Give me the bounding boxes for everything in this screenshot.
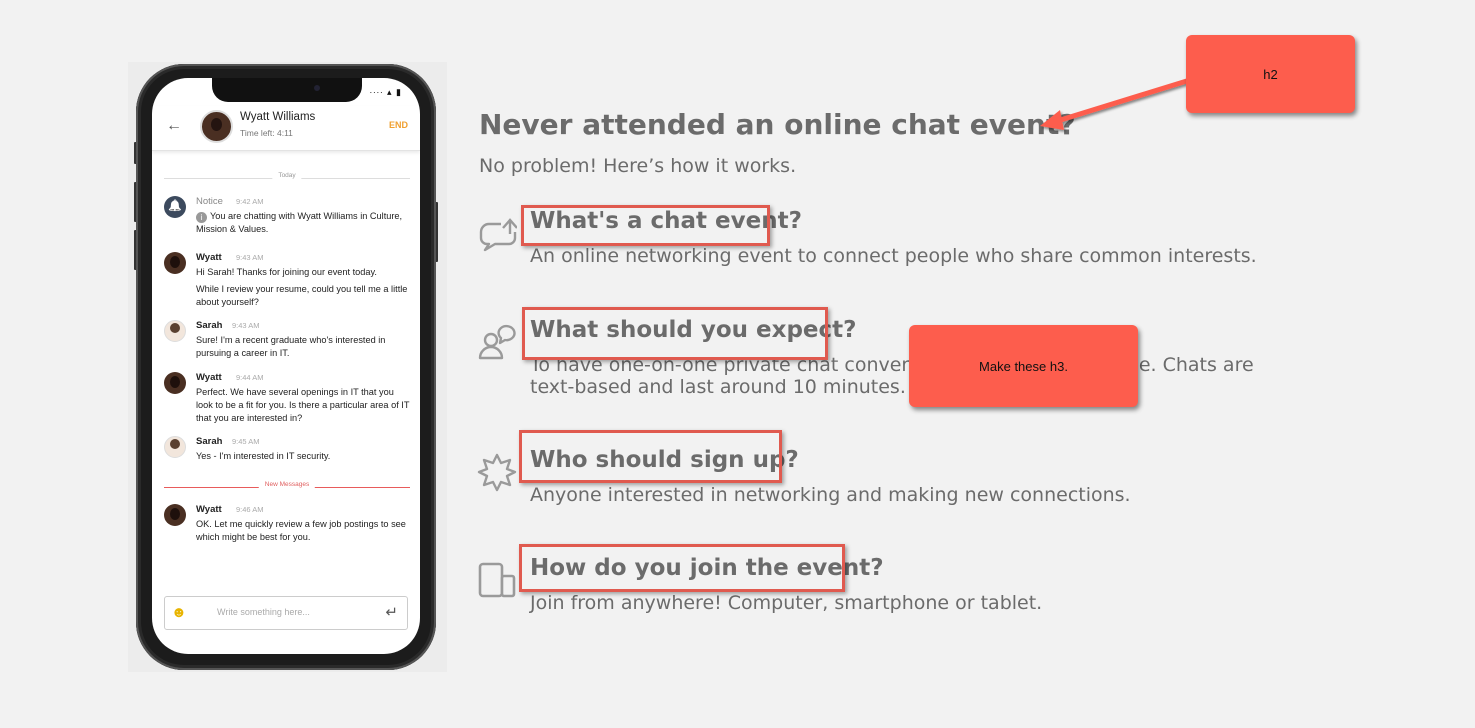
bell-icon [164, 196, 186, 218]
callout-text: Make these h3. [979, 358, 1068, 374]
message-sender: Sarah [196, 436, 223, 447]
message-sender: Sarah [196, 320, 223, 331]
chat-message: Wyatt 9:44 AM Perfect. We have several o… [164, 372, 410, 428]
message-time: 9:44 AM [236, 373, 264, 382]
message-sender: Wyatt [196, 372, 222, 383]
message-time: 9:43 AM [232, 321, 260, 330]
chat-message: Sarah 9:45 AM Yes - I'm interested in IT… [164, 436, 410, 466]
chat-partner-name: Wyatt Williams [240, 111, 316, 123]
time-left: Time left: 4:11 [240, 128, 293, 138]
avatar [164, 436, 186, 458]
message-time: 9:43 AM [236, 253, 264, 262]
person-speech-icon [478, 324, 516, 360]
h2-callout: h2 [1186, 35, 1355, 113]
item-description: Join from anywhere! Computer, smartphone… [530, 592, 1043, 614]
camera-icon [314, 85, 320, 91]
message-text: Hi Sarah! Thanks for joining our event t… [196, 267, 408, 307]
message-input[interactable] [217, 607, 367, 617]
new-messages-separator: New Messages [164, 481, 410, 493]
message-text: i You are chatting with Wyatt Williams in… [196, 211, 403, 234]
page-title: Never attended an online chat event? [479, 108, 1076, 141]
chat-bubble-arrow-icon [479, 218, 517, 252]
item-description: To have one-on-one private chat conversa… [530, 354, 1254, 398]
message-sender: Notice [196, 196, 223, 207]
chat-message: Wyatt 9:46 AM OK. Let me quickly review … [164, 504, 410, 544]
avatar [164, 252, 186, 274]
puzzle-star-icon [477, 453, 517, 492]
message-text: Sure! I'm a recent graduate who's intere… [196, 335, 386, 358]
new-messages-label: New Messages [258, 481, 316, 488]
avatar [200, 110, 233, 143]
highlight-box [519, 544, 845, 592]
chat-header: ← Wyatt Williams Time left: 4:11 END [152, 106, 420, 151]
back-arrow-icon[interactable]: ← [166, 117, 182, 135]
phone-notch [212, 78, 362, 102]
phone-screen: ∙∙∙∙ ▴ ▮ ← Wyatt Williams Time left: 4:1… [152, 78, 420, 654]
day-separator: Today [164, 172, 410, 184]
message-text: OK. Let me quickly review a few job post… [196, 519, 406, 542]
chat-message: Wyatt 9:43 AM Hi Sarah! Thanks for joini… [164, 252, 410, 312]
end-chat-button[interactable]: END [389, 120, 408, 130]
day-label: Today [272, 172, 302, 179]
message-sender: Wyatt [196, 504, 222, 515]
message-text: Perfect. We have several openings in IT … [196, 387, 410, 423]
emoji-icon[interactable]: ☻ [171, 604, 187, 621]
phone-frame: ∙∙∙∙ ▴ ▮ ← Wyatt Williams Time left: 4:1… [136, 64, 436, 670]
highlight-box [519, 430, 782, 483]
page-subtitle: No problem! Here’s how it works. [479, 155, 797, 177]
item-description: Anyone interested in networking and maki… [530, 484, 1131, 506]
annotation-arrow [1040, 77, 1193, 130]
devices-icon [478, 562, 516, 598]
message-composer: ☻ ↵ [164, 596, 408, 630]
callout-text: h2 [1263, 66, 1278, 82]
message-time: 9:46 AM [236, 505, 264, 514]
item-description: An online networking event to connect pe… [530, 245, 1257, 267]
phone-mockup: ∙∙∙∙ ▴ ▮ ← Wyatt Williams Time left: 4:1… [128, 62, 447, 672]
avatar [164, 504, 186, 526]
highlight-box [522, 307, 828, 360]
send-icon[interactable]: ↵ [385, 603, 398, 621]
status-bar-icons: ∙∙∙∙ ▴ ▮ [369, 87, 402, 97]
message-sender: Wyatt [196, 252, 222, 263]
chat-message: Sarah 9:43 AM Sure! I'm a recent graduat… [164, 320, 410, 360]
message-time: 9:42 AM [236, 197, 264, 206]
avatar [164, 320, 186, 342]
h3-callout: Make these h3. [909, 325, 1138, 407]
info-icon: i [196, 212, 207, 223]
message-time: 9:45 AM [232, 437, 260, 446]
chat-message: Notice 9:42 AM iYou are chatting with Wy… [164, 196, 410, 242]
message-text: Yes - I'm interested in IT security. [196, 451, 331, 461]
highlight-box [521, 205, 770, 246]
avatar [164, 372, 186, 394]
